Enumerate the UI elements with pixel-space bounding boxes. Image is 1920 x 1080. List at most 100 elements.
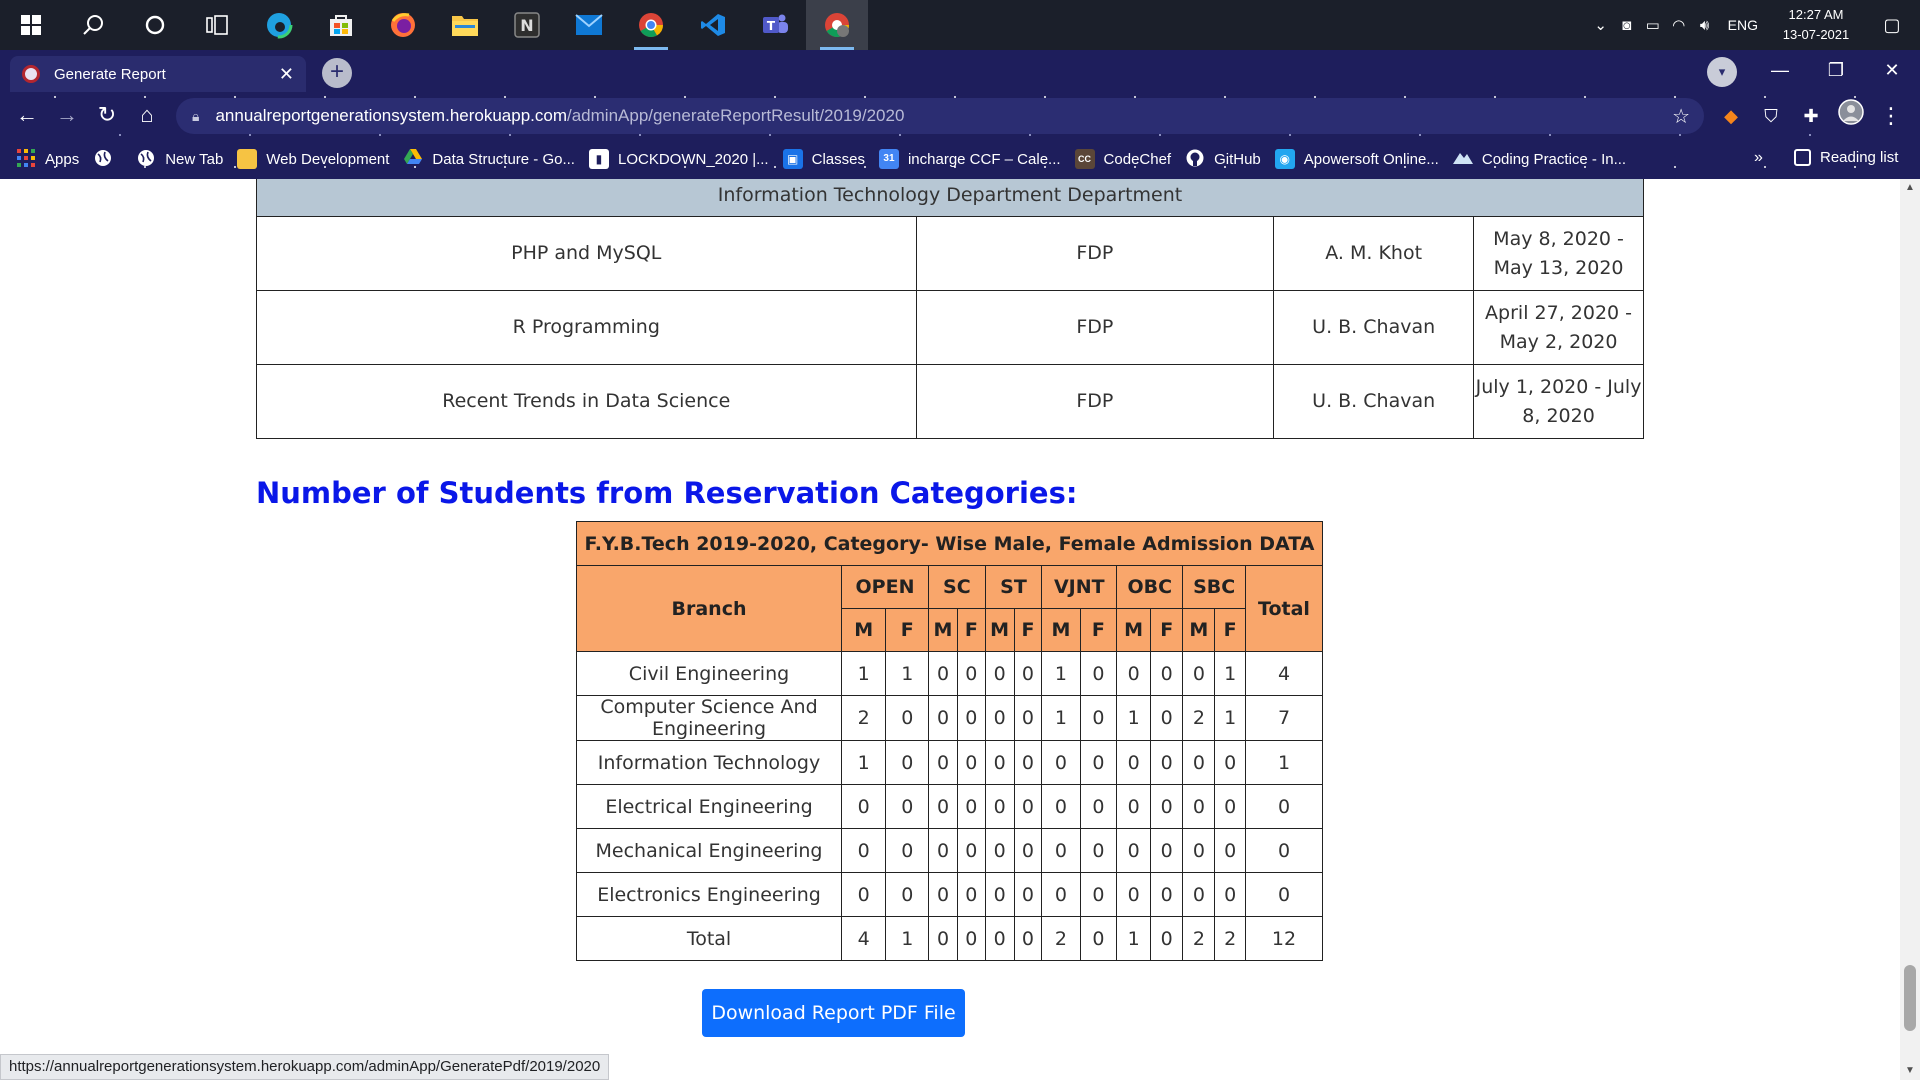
fdp-dates: July 1, 2020 - July 8, 2020 bbox=[1473, 364, 1644, 439]
download-report-button[interactable]: Download Report PDF File bbox=[702, 989, 965, 1037]
close-tab-icon[interactable]: ✕ bbox=[279, 64, 294, 85]
count-cell: 0 bbox=[956, 872, 986, 917]
back-icon[interactable]: ← bbox=[10, 98, 44, 132]
tab-search-icon[interactable]: ▾ bbox=[1707, 57, 1737, 87]
row-total: 0 bbox=[1244, 872, 1324, 917]
bookmark-star-icon[interactable]: ☆ bbox=[1672, 104, 1690, 129]
chrome-profile-icon[interactable] bbox=[806, 0, 868, 50]
drive-icon bbox=[403, 149, 423, 169]
count-cell: 0 bbox=[885, 695, 930, 741]
count-cell: 0 bbox=[1079, 740, 1118, 785]
mail-icon[interactable] bbox=[558, 0, 620, 50]
menu-kebab-icon[interactable]: ⋮ bbox=[1874, 99, 1908, 133]
page-scrollbar[interactable]: ▲ ▼ bbox=[1900, 179, 1920, 1080]
scrollbar-thumb[interactable] bbox=[1904, 965, 1916, 1031]
file-explorer-icon[interactable] bbox=[434, 0, 496, 50]
search-icon[interactable] bbox=[62, 0, 124, 50]
bookmark-web-development[interactable]: Web Development bbox=[237, 149, 389, 169]
camera-icon[interactable]: ◙ bbox=[1614, 17, 1640, 34]
table-row: R Programming FDP U. B. Chavan April 27,… bbox=[256, 290, 1644, 365]
reading-list-button[interactable]: Reading list bbox=[1794, 149, 1898, 166]
fdp-type: FDP bbox=[915, 290, 1275, 365]
minimize-button[interactable]: — bbox=[1752, 50, 1808, 90]
profile-avatar[interactable] bbox=[1834, 99, 1868, 133]
notification-center-icon[interactable]: ▢ bbox=[1864, 15, 1920, 36]
count-cell: 0 bbox=[1013, 784, 1043, 829]
volume-icon[interactable]: 🔊︎ bbox=[1692, 17, 1718, 34]
bookmark-lockdown[interactable]: ▮ LOCKDOWN_2020 |... bbox=[588, 149, 769, 169]
count-cell: 0 bbox=[1079, 651, 1118, 696]
bookmark-globe[interactable] bbox=[93, 149, 122, 169]
metamask-extension-icon[interactable]: ◆ bbox=[1714, 99, 1748, 133]
store-icon[interactable] bbox=[310, 0, 372, 50]
count-cell: 0 bbox=[1214, 828, 1246, 873]
restore-button[interactable]: ❐ bbox=[1808, 50, 1864, 90]
caption-row: F.Y.B.Tech 2019-2020, Category- Wise Mal… bbox=[576, 521, 1323, 566]
bookmark-label: New Tab bbox=[165, 150, 224, 168]
count-cell: 0 bbox=[1079, 784, 1118, 829]
bookmark-new-tab[interactable]: New Tab bbox=[136, 149, 223, 169]
scroll-down-icon[interactable]: ▼ bbox=[1900, 1062, 1920, 1080]
close-window-button[interactable]: ✕ bbox=[1864, 50, 1920, 90]
category-header: OBC bbox=[1116, 565, 1184, 609]
extensions-puzzle-icon[interactable]: ✚ bbox=[1794, 99, 1828, 133]
bookmark-apps[interactable]: Apps bbox=[16, 149, 79, 169]
bookmark-coding-practice[interactable]: Coding Practice - In... bbox=[1452, 149, 1626, 169]
category-header: VJNT bbox=[1041, 565, 1118, 609]
count-cell: 0 bbox=[956, 651, 986, 696]
count-cell: 0 bbox=[1182, 784, 1216, 829]
shield-extension-icon[interactable]: ⛉ bbox=[1754, 99, 1788, 133]
count-cell: 1 bbox=[1041, 695, 1081, 741]
github-icon bbox=[1185, 149, 1205, 169]
bookmark-codechef[interactable]: CC CodeChef bbox=[1074, 149, 1172, 169]
page-viewport: Information Technology Department Depart… bbox=[0, 179, 1900, 1080]
gender-header: F bbox=[1079, 608, 1118, 652]
bookmark-data-structure[interactable]: Data Structure - Go... bbox=[403, 149, 575, 169]
cortana-icon[interactable] bbox=[124, 0, 186, 50]
notion-icon[interactable]: N bbox=[496, 0, 558, 50]
gender-header: F bbox=[1013, 608, 1043, 652]
lock-icon[interactable]: 🔒︎ bbox=[192, 108, 199, 125]
scroll-up-icon[interactable]: ▲ bbox=[1900, 179, 1920, 197]
bookmark-classes[interactable]: ▣ Classes bbox=[782, 149, 865, 169]
count-cell: 1 bbox=[885, 916, 930, 961]
clock-time: 12:27 AM bbox=[1788, 7, 1844, 22]
count-cell: 0 bbox=[984, 784, 1015, 829]
count-cell: 1 bbox=[1041, 651, 1081, 696]
system-clock[interactable]: 12:27 AM 13-07-2021 bbox=[1768, 5, 1864, 45]
forward-icon[interactable]: → bbox=[50, 98, 84, 132]
category-header: ST bbox=[984, 565, 1043, 609]
bookmark-apowersoft[interactable]: ◉ Apowersoft Online... bbox=[1274, 149, 1439, 169]
task-view-icon[interactable] bbox=[186, 0, 248, 50]
gender-header: F bbox=[1149, 608, 1184, 652]
teams-icon[interactable]: T bbox=[744, 0, 806, 50]
vscode-icon[interactable] bbox=[682, 0, 744, 50]
firefox-icon[interactable] bbox=[372, 0, 434, 50]
count-cell: 0 bbox=[1013, 695, 1043, 741]
category-header: SBC bbox=[1182, 565, 1246, 609]
count-cell: 2 bbox=[1182, 916, 1216, 961]
windows-start-icon[interactable] bbox=[0, 0, 62, 50]
bookmark-calendar[interactable]: 31 incharge CCF – Cale... bbox=[878, 149, 1061, 169]
wifi-icon[interactable]: ◠ bbox=[1666, 16, 1692, 34]
bookmark-label: Classes bbox=[811, 150, 865, 168]
address-bar[interactable]: 🔒︎ annualreportgenerationsystem.herokuap… bbox=[176, 98, 1704, 134]
gender-header: M bbox=[840, 608, 887, 652]
language-indicator[interactable]: ENG bbox=[1718, 17, 1768, 33]
count-cell: 0 bbox=[984, 651, 1015, 696]
svg-text:T: T bbox=[767, 19, 776, 33]
bookmark-github[interactable]: GitHub bbox=[1185, 149, 1261, 169]
tab-generate-report[interactable]: Generate Report ✕ bbox=[10, 56, 306, 92]
category-header: SC bbox=[928, 565, 986, 609]
reload-icon[interactable]: ↻ bbox=[90, 98, 124, 132]
home-icon[interactable]: ⌂ bbox=[130, 98, 164, 132]
new-tab-button[interactable]: + bbox=[322, 58, 352, 88]
battery-icon[interactable]: ▭ bbox=[1640, 16, 1666, 34]
chevron-up-icon[interactable]: ⌄ bbox=[1588, 16, 1614, 34]
chrome-icon[interactable] bbox=[620, 0, 682, 50]
table-row: Information Technology 1 0 0 0 0 0 0 0 0 0 0 0 1 bbox=[576, 740, 1324, 785]
more-bookmarks-icon[interactable]: » bbox=[1754, 149, 1763, 167]
count-cell: 0 bbox=[1079, 695, 1118, 741]
bookmark-label: CodeChef bbox=[1103, 150, 1172, 168]
edge-icon[interactable] bbox=[248, 0, 310, 50]
